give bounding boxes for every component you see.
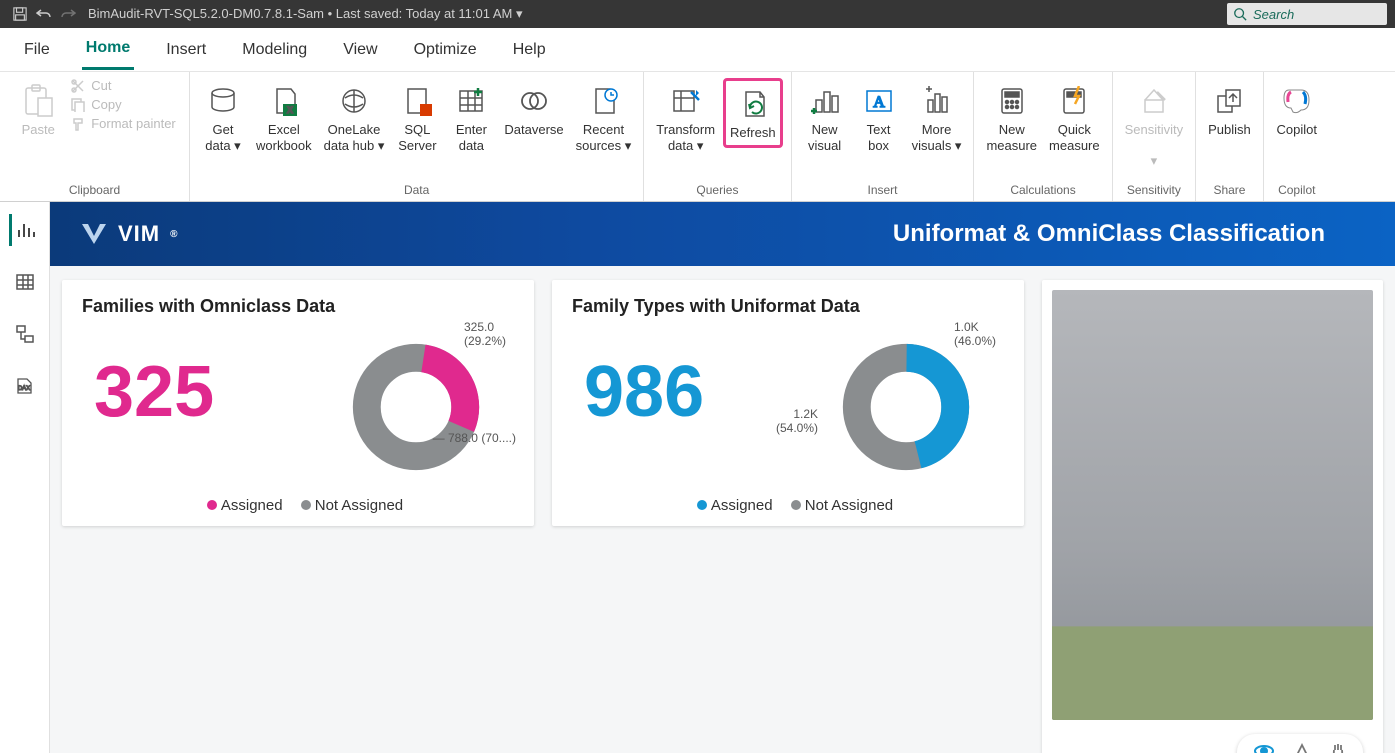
text-box-button[interactable]: ATextbox [854, 78, 904, 157]
onelake-button[interactable]: OneLakedata hub ▾ [320, 78, 389, 157]
orbit-icon[interactable] [1253, 743, 1275, 753]
menu-bar: File Home Insert Modeling View Optimize … [0, 28, 1395, 72]
svg-text:DAX: DAX [17, 386, 29, 392]
document-title: BimAudit-RVT-SQL5.2.0-DM0.7.8.1-Sam • La… [88, 6, 523, 22]
chart-legend: Assigned Not Assigned [62, 497, 534, 514]
donut-unassigned-label: — 788.0 (70....) [433, 431, 516, 445]
copy-button[interactable]: Copy [71, 97, 176, 112]
model-viewer[interactable] [1042, 280, 1383, 753]
search-input[interactable]: Search [1227, 3, 1387, 25]
enter-data-button[interactable]: Enterdata [446, 78, 496, 157]
svg-text:A: A [873, 94, 885, 111]
excel-workbook-button[interactable]: XExcelworkbook [252, 78, 316, 157]
sql-server-button[interactable]: SQLServer [392, 78, 442, 157]
ribbon: Paste Cut Copy Format painter Clipboard … [0, 72, 1395, 202]
new-visual-button[interactable]: Newvisual [800, 78, 850, 157]
viewer-canvas[interactable] [1052, 290, 1373, 720]
paste-button[interactable]: Paste [13, 78, 63, 142]
table-view-icon[interactable] [9, 266, 41, 298]
tab-insert[interactable]: Insert [162, 31, 210, 69]
report-canvas: VIM® Uniformat & OmniClass Classificatio… [50, 202, 1395, 753]
uniformat-kpi-card[interactable]: Family Types with Uniformat Data 986 1.0… [552, 280, 1024, 526]
donut-assigned-label: 325.0(29.2%) [464, 320, 506, 348]
chart-legend: Assigned Not Assigned [552, 497, 1024, 514]
clipboard-group-label: Clipboard [69, 181, 120, 199]
format-painter-button[interactable]: Format painter [71, 116, 176, 131]
recent-sources-button[interactable]: Recentsources ▾ [572, 78, 636, 157]
vim-logo: VIM® [80, 221, 179, 247]
look-icon[interactable] [1293, 743, 1311, 753]
data-group-label: Data [404, 181, 429, 199]
quick-measure-button[interactable]: Quickmeasure [1045, 78, 1104, 157]
donut-unassigned-label: 1.2K(54.0%) [776, 407, 818, 435]
queries-group-label: Queries [696, 181, 738, 199]
view-rail: DAX [0, 202, 50, 753]
sensitivity-button[interactable]: Sensitivity▾ [1121, 78, 1188, 173]
sensitivity-group-label: Sensitivity [1127, 181, 1181, 199]
share-group-label: Share [1213, 181, 1245, 199]
donut-assigned-label: 1.0K(46.0%) [954, 320, 996, 348]
omniclass-count: 325 [62, 356, 214, 428]
svg-text:X: X [287, 105, 293, 115]
tab-modeling[interactable]: Modeling [238, 31, 311, 69]
cut-button[interactable]: Cut [71, 78, 176, 93]
uniformat-count: 986 [552, 356, 704, 428]
report-view-icon[interactable] [9, 214, 41, 246]
tab-help[interactable]: Help [509, 31, 550, 69]
report-header: VIM® Uniformat & OmniClass Classificatio… [50, 202, 1395, 266]
redo-icon[interactable] [56, 2, 80, 26]
uniformat-donut-chart [806, 342, 1006, 475]
undo-icon[interactable] [32, 2, 56, 26]
save-icon[interactable] [8, 2, 32, 26]
omniclass-kpi-card[interactable]: Families with Omniclass Data 325 325.0(2… [62, 280, 534, 526]
tab-file[interactable]: File [20, 31, 54, 69]
calculations-group-label: Calculations [1010, 181, 1075, 199]
copilot-button[interactable]: Copilot [1272, 78, 1322, 142]
omniclass-donut-chart [316, 342, 516, 475]
dataverse-button[interactable]: Dataverse [500, 78, 567, 142]
viewer-controls [1237, 734, 1363, 753]
title-bar: BimAudit-RVT-SQL5.2.0-DM0.7.8.1-Sam • La… [0, 0, 1395, 28]
insert-group-label: Insert [868, 181, 898, 199]
dax-view-icon[interactable]: DAX [9, 370, 41, 402]
get-data-button[interactable]: Getdata ▾ [198, 78, 248, 157]
new-measure-button[interactable]: Newmeasure [982, 78, 1041, 157]
refresh-button[interactable]: Refresh [723, 78, 783, 148]
tab-home[interactable]: Home [82, 29, 134, 70]
model-view-icon[interactable] [9, 318, 41, 350]
report-title: Uniformat & OmniClass Classification [893, 220, 1325, 248]
pan-icon[interactable] [1329, 742, 1347, 753]
transform-data-button[interactable]: Transformdata ▾ [652, 78, 719, 157]
copilot-group-label: Copilot [1278, 181, 1315, 199]
publish-button[interactable]: Publish [1204, 78, 1255, 142]
tab-optimize[interactable]: Optimize [410, 31, 481, 69]
more-visuals-button[interactable]: Morevisuals ▾ [908, 78, 966, 157]
tab-view[interactable]: View [339, 31, 381, 69]
